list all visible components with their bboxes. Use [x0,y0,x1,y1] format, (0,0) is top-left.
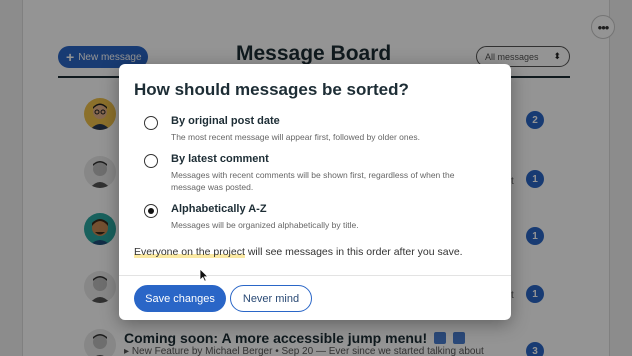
option-label: Alphabetically A-Z [171,203,267,215]
option-description: The most recent message will appear firs… [171,132,420,142]
option-description: Messages with recent comments will be sh… [171,170,455,192]
sort-dialog: How should messages be sorted? By origin… [119,64,511,320]
note-text: will see messages in this order after yo… [244,246,463,258]
radio-button[interactable] [144,154,158,168]
option-label: By latest comment [171,153,269,165]
save-changes-button[interactable]: Save changes [134,285,226,312]
note-highlight: Everyone on the project [134,246,245,258]
option-label: By original post date [171,115,280,127]
mouse-cursor-icon [199,268,209,282]
option-description: Messages will be organized alphabeticall… [171,220,359,230]
radio-button-selected[interactable] [144,204,158,218]
dialog-title: How should messages be sorted? [134,80,409,99]
dialog-divider [119,275,511,276]
never-mind-button[interactable]: Never mind [230,285,312,312]
radio-button[interactable] [144,116,158,130]
save-note: Everyone on the project will see message… [134,246,463,258]
